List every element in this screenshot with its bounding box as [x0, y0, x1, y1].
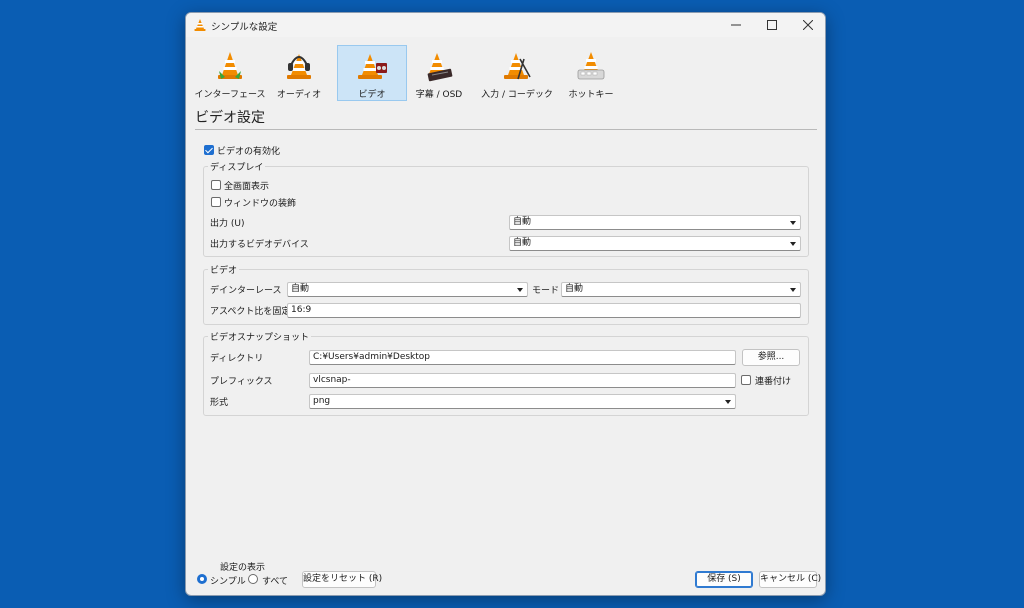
mode-label: モード [532, 286, 560, 296]
category-input-codec-label: 入力 / コーデック [481, 90, 553, 100]
category-video-label: ビデオ [358, 90, 386, 100]
category-hotkeys[interactable]: ホットキー [566, 45, 616, 101]
chevron-down-icon [725, 400, 731, 404]
snapshot-group-title: ビデオスナップショット [208, 330, 312, 343]
browse-button[interactable]: 参照... [742, 349, 800, 366]
fullscreen-label: 全画面表示 [224, 182, 270, 192]
reset-preferences-button[interactable]: 設定をリセット (R) [302, 571, 382, 588]
category-audio[interactable]: オーディオ [274, 45, 324, 101]
fullscreen-checkbox[interactable] [211, 180, 221, 190]
directory-input[interactable]: C:¥Users¥admin¥Desktop [309, 350, 736, 365]
prefix-input[interactable]: vlcsnap- [309, 373, 736, 388]
minimize-button[interactable] [718, 13, 754, 37]
all-radio[interactable] [248, 574, 258, 584]
category-subtitles-label: 字幕 / OSD [415, 90, 463, 100]
hotkeys-icon [577, 52, 605, 80]
video-group-title: ビデオ [208, 263, 240, 276]
chevron-down-icon [517, 288, 523, 292]
format-select-value: png [313, 396, 331, 406]
interface-icon [218, 52, 242, 79]
category-input-codec[interactable]: 入力 / コーデック [481, 45, 553, 101]
enable-video-label: ビデオの有効化 [217, 147, 281, 157]
directory-label: ディレクトリ [210, 354, 264, 364]
title-divider [195, 129, 817, 130]
subtitles-icon [427, 53, 453, 82]
category-video[interactable]: ビデオ [337, 45, 407, 101]
chevron-down-icon [790, 288, 796, 292]
deinterlace-label: デインターレース [210, 286, 282, 296]
display-group-title: ディスプレイ [208, 160, 266, 173]
simple-label: シンプル [210, 577, 246, 587]
aspect-ratio-input[interactable]: 16:9 [287, 303, 801, 318]
sequential-numbering-label: 連番付け [755, 377, 792, 387]
video-device-label: 出力するビデオデバイス [210, 240, 309, 250]
format-select[interactable]: png [309, 394, 736, 409]
category-bar: インターフェース オーディオ ビデオ 字幕 / OSD 入力 / コーデック ホ… [186, 43, 825, 103]
vlc-cone-icon [194, 19, 206, 31]
category-audio-label: オーディオ [276, 90, 322, 100]
output-select[interactable]: 自動 [509, 215, 801, 230]
window-decorations-label: ウィンドウの装飾 [224, 199, 297, 209]
show-settings-label: 設定の表示 [220, 563, 266, 573]
all-label: すべて [262, 577, 289, 587]
save-button[interactable]: 保存 (S) [695, 571, 753, 588]
category-interface-label: インターフェース [194, 90, 266, 100]
enable-video-checkbox[interactable] [204, 145, 214, 155]
video-icon [358, 54, 387, 79]
title-bar: シンプルな設定 [186, 13, 825, 37]
aspect-ratio-label: アスペクト比を固定 [210, 307, 291, 317]
deinterlace-select-value: 自動 [291, 284, 310, 294]
deinterlace-select[interactable]: 自動 [287, 282, 528, 297]
preferences-window: シンプルな設定 インターフェース オーディオ ビデオ 字幕 / OSD 入力 /… [185, 12, 826, 596]
chevron-down-icon [790, 242, 796, 246]
minimize-icon [731, 24, 741, 26]
format-label: 形式 [210, 398, 229, 408]
maximize-icon [767, 20, 777, 30]
prefix-label: プレフィックス [210, 377, 273, 387]
chevron-down-icon [790, 221, 796, 225]
input-codec-icon [504, 53, 531, 80]
category-interface[interactable]: インターフェース [195, 45, 266, 101]
mode-select[interactable]: 自動 [561, 282, 801, 297]
video-device-select[interactable]: 自動 [509, 236, 801, 251]
sequential-numbering-checkbox[interactable] [741, 375, 751, 385]
mode-select-value: 自動 [565, 284, 584, 294]
window-decorations-checkbox[interactable] [211, 197, 221, 207]
category-subtitles[interactable]: 字幕 / OSD [408, 45, 470, 101]
window-title: シンプルな設定 [211, 22, 278, 33]
output-label: 出力 (U) [210, 219, 245, 229]
close-button[interactable] [790, 13, 825, 37]
output-select-value: 自動 [513, 217, 532, 227]
simple-radio[interactable] [197, 574, 207, 584]
video-device-select-value: 自動 [513, 238, 532, 248]
close-icon [803, 20, 813, 30]
cancel-button[interactable]: キャンセル (C) [759, 571, 821, 588]
maximize-button[interactable] [754, 13, 790, 37]
category-hotkeys-label: ホットキー [568, 90, 614, 100]
audio-icon [287, 54, 311, 79]
page-title: ビデオ設定 [195, 110, 265, 126]
